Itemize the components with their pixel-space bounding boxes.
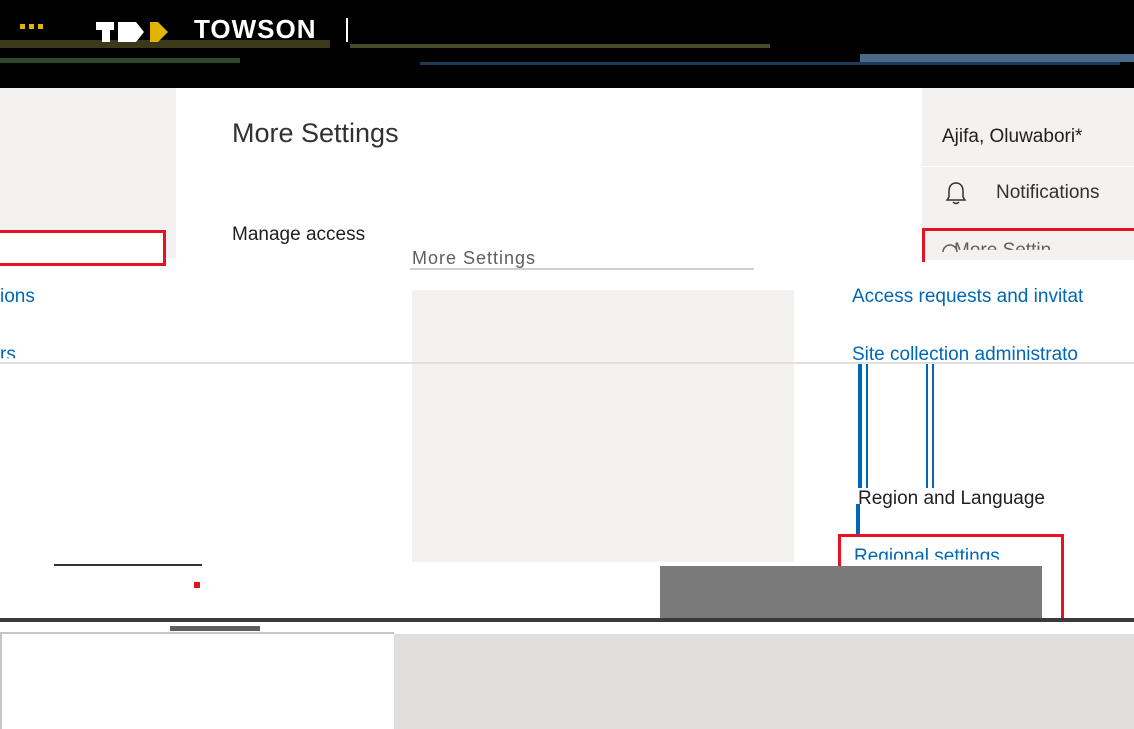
header-noise [350, 44, 770, 48]
breadcrumb-overlay: More Settings [412, 248, 537, 268]
render-artifact-block [660, 566, 1042, 618]
brand-name[interactable]: TOWSON [194, 14, 317, 45]
left-nav-selected-item[interactable] [0, 230, 166, 266]
bottom-gray-panel [394, 634, 1134, 729]
bottom-panel-border [0, 632, 394, 634]
render-artifact-bar [170, 626, 260, 631]
bottom-divider [0, 618, 1134, 622]
header-noise [0, 58, 240, 63]
content-placeholder [412, 290, 794, 562]
header-divider [346, 18, 348, 42]
account-user-name: Ajifa, Oluwabori* [942, 126, 1083, 147]
scroll-track [866, 364, 868, 488]
towson-logo-icon[interactable] [96, 18, 174, 44]
header-noise [860, 54, 1134, 62]
bell-icon[interactable] [945, 180, 967, 206]
scroll-track [858, 364, 862, 488]
horizontal-divider [0, 362, 1134, 364]
notifications-item[interactable]: Notifications [996, 182, 1100, 204]
link-access-requests[interactable]: Access requests and invitat [852, 286, 1083, 308]
manage-access-heading: Manage access [232, 224, 366, 245]
render-artifact-dot [194, 582, 200, 588]
page-title: More Settings [232, 118, 399, 148]
scroll-track [932, 364, 934, 488]
header-noise [420, 62, 1120, 65]
account-divider [922, 166, 1134, 167]
breadcrumb-underline [410, 268, 754, 270]
divider [54, 564, 202, 566]
link-permissions[interactable]: ions [0, 286, 35, 308]
bottom-panel-border [0, 634, 2, 729]
app-launcher-icon[interactable] [20, 24, 43, 29]
region-language-heading: Region and Language [858, 488, 1046, 509]
suite-header: TOWSON [0, 0, 1134, 88]
scroll-track [926, 364, 928, 488]
